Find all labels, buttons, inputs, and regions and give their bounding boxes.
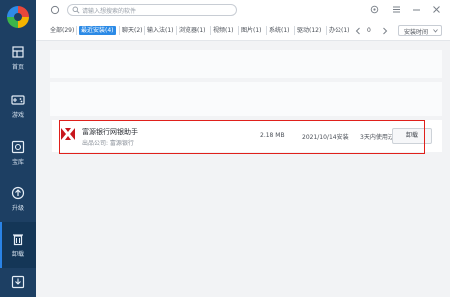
chevron-right-icon[interactable]: [381, 27, 389, 35]
sidebar-item-treasury[interactable]: 宝库: [0, 134, 36, 174]
sidebar: 首页 游戏 宝库 升级 卸载: [0, 0, 36, 297]
sidebar-item-label: 升级: [11, 205, 24, 212]
tab-divider: [238, 26, 239, 35]
sidebar-item-games[interactable]: 游戏: [0, 87, 36, 127]
tab-divider: [144, 26, 145, 35]
tab-divider: [210, 26, 211, 35]
trash-icon: [13, 234, 23, 246]
highlight-box: [59, 120, 425, 154]
tab-office[interactable]: 办公(1): [329, 26, 350, 35]
sidebar-item-label: 游戏: [11, 112, 24, 119]
sidebar-item-home[interactable]: 首页: [0, 40, 36, 80]
settings-icon[interactable]: [370, 5, 379, 14]
sidebar-item-upgrade[interactable]: 升级: [0, 180, 36, 220]
tab-divider: [76, 26, 77, 35]
sidebar-item-label: 首页: [11, 64, 24, 71]
chevron-down-icon: [433, 29, 438, 33]
search-placeholder: 请输入想搜索的软件: [82, 8, 137, 15]
sort-dropdown[interactable]: 安装时间: [398, 25, 442, 36]
tab-driver[interactable]: 驱动(12): [297, 26, 321, 35]
minimize-icon[interactable]: [412, 5, 421, 14]
menu-icon[interactable]: [392, 5, 401, 14]
tab-browser[interactable]: 浏览器(1): [179, 26, 206, 35]
sort-dropdown-label: 安装时间: [404, 29, 429, 36]
download-icon: [11, 275, 25, 289]
chevron-left-icon[interactable]: [354, 27, 362, 35]
tab-input-method[interactable]: 输入法(1): [147, 26, 174, 35]
tab-image[interactable]: 图片(1): [241, 26, 262, 35]
app-list: 富源银行网银助手 出品公司: 富源银行 2.18 MB 2021/10/14安装…: [36, 42, 450, 297]
search-icon: [72, 6, 80, 14]
upgrade-icon: [11, 186, 25, 200]
tab-divider: [294, 26, 295, 35]
refresh-icon[interactable]: [50, 5, 60, 15]
sidebar-item-download[interactable]: [0, 272, 36, 292]
gamepad-icon: [11, 95, 25, 105]
app-logo-icon: [7, 6, 29, 28]
treasury-icon: [11, 140, 25, 154]
sidebar-item-label: 卸载: [11, 251, 24, 258]
home-icon: [12, 46, 24, 58]
tab-more-count[interactable]: 0: [367, 26, 371, 35]
tab-divider: [176, 26, 177, 35]
tab-chat[interactable]: 聊天(2): [122, 26, 143, 35]
tab-all[interactable]: 全部(29): [50, 26, 74, 35]
tab-divider: [326, 26, 327, 35]
tab-recent[interactable]: 最近安装(4): [79, 26, 116, 35]
search-input[interactable]: 请输入想搜索的软件: [67, 4, 237, 16]
sidebar-item-label: 宝库: [11, 159, 24, 166]
close-icon[interactable]: [432, 5, 441, 14]
list-spacer: [50, 82, 442, 116]
tab-video[interactable]: 视频(1): [213, 26, 234, 35]
tab-divider: [119, 26, 120, 35]
tab-divider: [266, 26, 267, 35]
sidebar-item-uninstall[interactable]: 卸载: [0, 222, 36, 268]
tab-system[interactable]: 系统(1): [269, 26, 290, 35]
category-tabs: 全部(29) 最近安装(4) 聊天(2) 输入法(1) 浏览器(1) 视频(1)…: [36, 20, 450, 41]
list-spacer: [50, 50, 442, 78]
top-bar: 请输入想搜索的软件: [36, 0, 450, 20]
